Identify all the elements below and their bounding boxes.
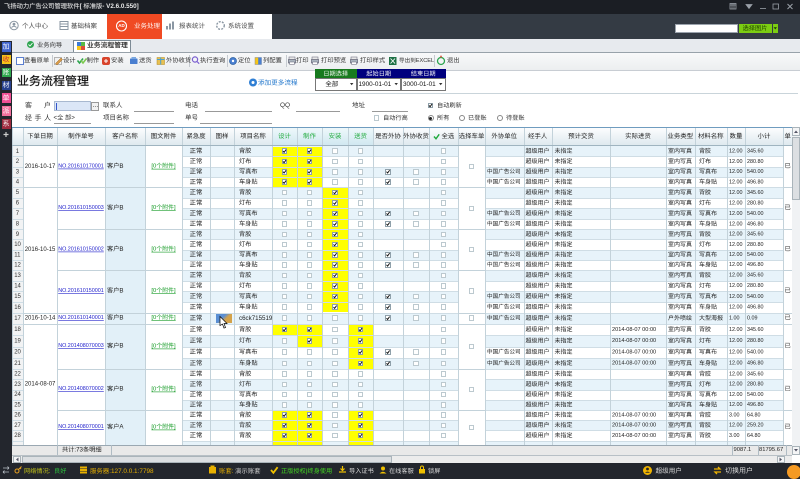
svg-text:>: > bbox=[71, 115, 75, 122]
svg-text:<: < bbox=[54, 115, 58, 122]
svg-text:QQ: QQ bbox=[280, 102, 290, 109]
